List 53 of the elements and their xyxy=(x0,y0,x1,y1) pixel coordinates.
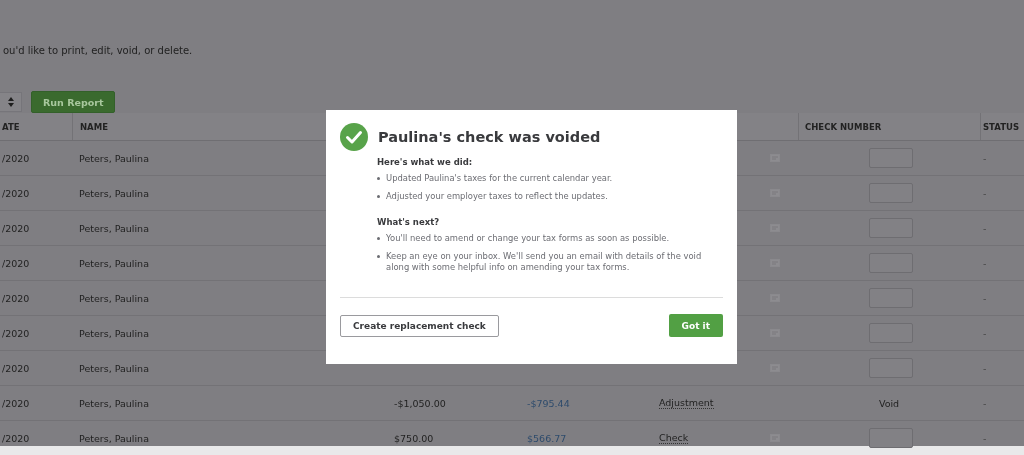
status-cell: - xyxy=(983,432,987,444)
amount-cell: -$1,050.00 xyxy=(394,397,446,409)
section-heading: What's next? xyxy=(377,217,441,227)
success-check-icon xyxy=(340,123,368,151)
instruction-text: ou'd like to print, edit, void, or delete. xyxy=(2,44,194,58)
date-cell: /2020 xyxy=(2,327,30,339)
column-header: ATE xyxy=(2,121,20,132)
status-cell: - xyxy=(983,362,987,374)
date-cell: /2020 xyxy=(2,257,30,269)
date-cell: /2020 xyxy=(2,152,30,164)
name-cell: Peters, Paulina xyxy=(79,187,149,199)
create-replacement-button[interactable]: Create replacement check xyxy=(340,314,499,337)
section-heading: Here's what we did: xyxy=(377,157,474,167)
date-cell: /2020 xyxy=(2,187,30,199)
up-down-arrows-icon xyxy=(7,97,14,107)
name-cell: Peters, Paulina xyxy=(79,222,149,234)
status-cell: - xyxy=(983,327,987,339)
date-cell: /2020 xyxy=(2,432,30,444)
name-cell: Peters, Paulina xyxy=(79,362,149,374)
date-cell: /2020 xyxy=(2,362,30,374)
bullet-text: Keep an eye on your inbox. We'll send you an email with details of the void along with some helpful info on amending your tax forms. xyxy=(386,251,703,273)
net-pay-link[interactable]: -$795.44 xyxy=(527,397,570,409)
sort-select[interactable] xyxy=(0,92,22,112)
amount-cell: $750.00 xyxy=(394,432,434,444)
transaction-type-link[interactable]: Check xyxy=(659,432,689,444)
name-cell: Peters, Paulina xyxy=(79,292,149,304)
run-report-button[interactable]: Run Report xyxy=(31,91,116,113)
check-number-field[interactable] xyxy=(869,428,913,448)
name-cell: Peters, Paulina xyxy=(79,257,149,269)
name-cell: Peters, Paulina xyxy=(79,432,149,444)
date-cell: /2020 xyxy=(2,222,30,234)
got-it-button[interactable]: Got it xyxy=(668,314,723,337)
name-cell: Peters, Paulina xyxy=(79,397,149,409)
status-cell: - xyxy=(983,187,987,199)
name-cell: Peters, Paulina xyxy=(79,327,149,339)
status-cell: - xyxy=(983,152,987,164)
status-cell: - xyxy=(983,257,987,269)
bullet-text: Adjusted your employer taxes to reflect the updates. xyxy=(386,191,608,202)
status-cell: - xyxy=(983,222,987,234)
bullet-text: You'll need to amend or change your tax forms as soon as possible. xyxy=(386,233,670,244)
status-cell: - xyxy=(983,292,987,304)
check-number-cell: Void xyxy=(878,397,900,409)
bullet-text: Updated Paulina's taxes for the current calendar year. xyxy=(386,173,613,184)
net-pay-link[interactable]: $566.77 xyxy=(527,432,567,444)
date-cell: /2020 xyxy=(2,292,30,304)
column-header: NAME xyxy=(80,121,108,132)
transaction-type-link[interactable]: Adjustment xyxy=(659,397,714,409)
name-cell: Peters, Paulina xyxy=(79,152,149,164)
status-cell: - xyxy=(983,397,987,409)
column-header: CHECK NUMBER xyxy=(805,121,882,132)
date-cell: /2020 xyxy=(2,397,30,409)
column-header: STATUS xyxy=(983,121,1019,132)
dialog-title: Paulina's check was voided xyxy=(378,129,601,145)
